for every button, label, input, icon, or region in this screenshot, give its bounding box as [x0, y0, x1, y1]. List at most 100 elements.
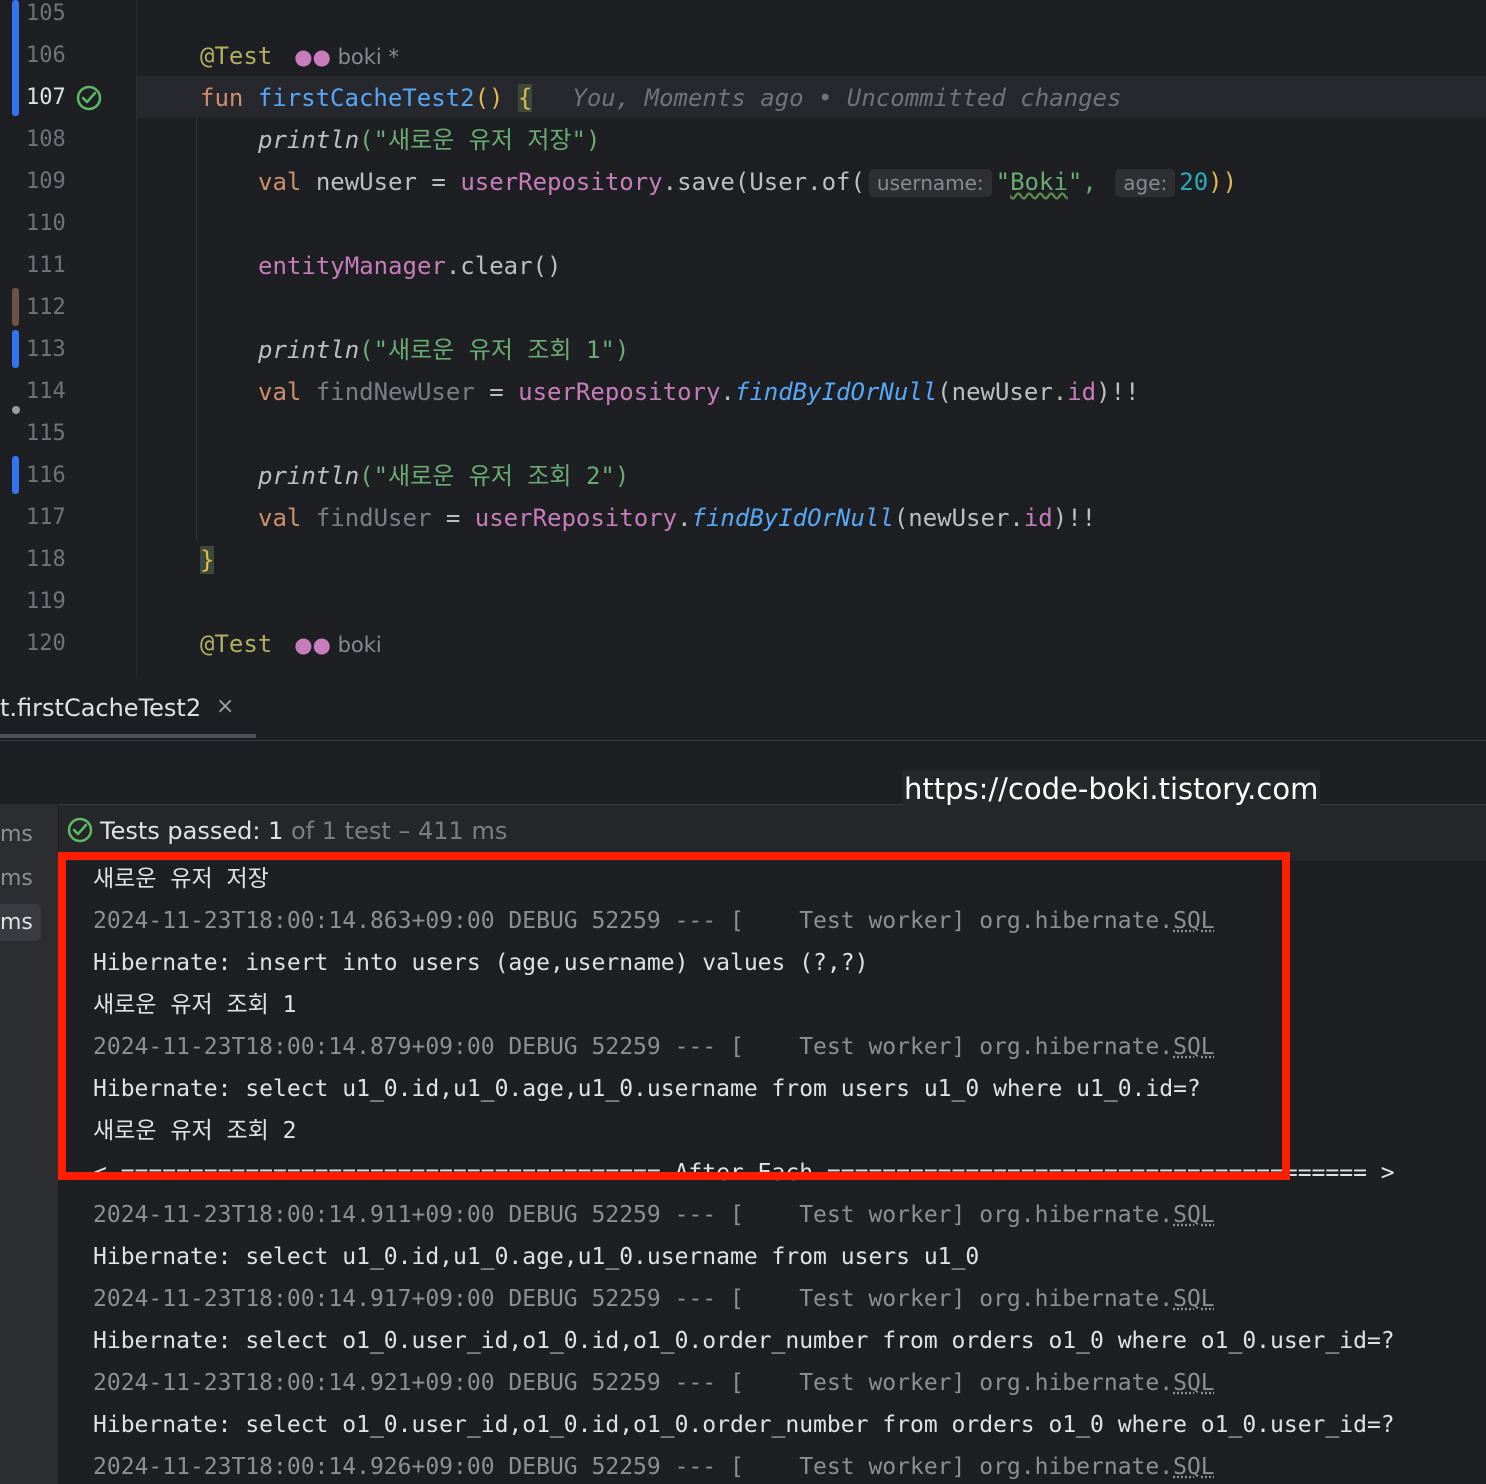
line-number: 111: [26, 253, 66, 278]
author-modified-mark: *: [388, 45, 399, 69]
line-number: 110: [26, 211, 66, 236]
code-line-108: println("새로운 유저 저장"): [258, 119, 600, 161]
line-number: 114: [26, 379, 66, 404]
string-literal: ("새로운 유저 저장"): [359, 126, 601, 154]
string-literal: ("새로운 유저 조회 2"): [359, 462, 630, 490]
code-line-118: }: [200, 539, 215, 581]
tests-passed-status: Tests passed: 1 of 1 test – 411 ms: [66, 816, 507, 845]
property-ref: userRepository: [474, 504, 678, 532]
line-number: 119: [26, 589, 66, 614]
run-tab-bar: t.firstCacheTest2 ×: [0, 678, 1486, 741]
property-ref: userRepository: [460, 168, 663, 196]
code-editor[interactable]: 105 106 107 108 109 110 111 112 113 114 …: [0, 0, 1486, 676]
test-tree-duration-selected[interactable]: ms: [0, 904, 41, 941]
call-args: (newUser.: [937, 378, 1068, 406]
dot: .: [677, 504, 692, 532]
parens: )): [1208, 168, 1238, 196]
vcs-modified-marker[interactable]: [12, 456, 19, 494]
string-literal-typo: Boki: [1010, 168, 1068, 196]
console-text: 2024-11-23T18:00:14.926+09:00 DEBUG 5225…: [93, 1454, 1174, 1480]
console-text: 2024-11-23T18:00:14.917+09:00 DEBUG 5225…: [93, 1286, 1174, 1312]
code-line-117: val findUser = userRepository.findByIdOr…: [258, 497, 1096, 539]
author-hint[interactable]: ●● boki: [294, 633, 382, 657]
annotation: @Test: [200, 42, 273, 70]
method-call: .clear(): [445, 252, 562, 280]
line-number: 118: [26, 547, 66, 572]
test-tree-duration[interactable]: ms: [0, 866, 33, 891]
logger-link[interactable]: SQL: [1173, 1202, 1215, 1228]
param-hint-username: username:: [868, 169, 992, 197]
inline-blame[interactable]: You, Moments ago • Uncommitted changes: [572, 84, 1121, 112]
operator: =: [431, 504, 475, 532]
close-icon[interactable]: ×: [216, 694, 234, 719]
vcs-deleted-marker[interactable]: [12, 406, 20, 414]
highlight-box: [58, 852, 1290, 1180]
call-end: )!!: [1052, 504, 1097, 532]
keyword: val: [258, 504, 302, 532]
open-brace: {: [517, 84, 533, 112]
line-number: 117: [26, 505, 66, 530]
extension-function: findByIdOrNull: [691, 504, 894, 532]
gutter-separator: [136, 0, 137, 676]
logger-link[interactable]: SQL: [1173, 1286, 1215, 1312]
parens: (): [474, 84, 504, 112]
vcs-modified-marker[interactable]: [12, 0, 19, 116]
logger-link[interactable]: SQL: [1173, 1454, 1215, 1480]
active-tab-indicator: [0, 734, 256, 738]
run-tab[interactable]: t.firstCacheTest2: [0, 694, 201, 722]
keyword: val: [258, 378, 302, 406]
author-name: boki: [337, 45, 382, 69]
close-brace: }: [200, 546, 215, 574]
line-number: 115: [26, 421, 66, 446]
console-text: 2024-11-23T18:00:14.911+09:00 DEBUG 5225…: [93, 1202, 1174, 1228]
line-number: 120: [26, 631, 66, 656]
string-literal: ("새로운 유저 조회 1"): [359, 336, 630, 364]
people-icon: ●●: [294, 633, 331, 657]
console-output-line: Hibernate: select o1_0.user_id,o1_0.id,o…: [93, 1404, 1395, 1446]
code-line-116: println("새로운 유저 조회 2"): [258, 455, 629, 497]
code-line-106: @Test ●● boki *: [200, 35, 399, 78]
line-number: 113: [26, 337, 66, 362]
param-hint-age: age:: [1115, 169, 1176, 197]
call-end: )!!: [1096, 378, 1140, 406]
test-tree-panel[interactable]: ms ms ms: [0, 804, 58, 1484]
keyword: val: [258, 168, 302, 196]
author-name: boki: [337, 633, 382, 657]
test-tree-duration[interactable]: ms: [0, 822, 33, 847]
line-number: 106: [26, 43, 66, 68]
vcs-marker[interactable]: [12, 288, 19, 326]
check-circle-icon: [67, 817, 93, 843]
extension-function: findByIdOrNull: [734, 378, 938, 406]
dot: .: [720, 378, 735, 406]
println-call: println: [258, 126, 360, 154]
console-debug-line: 2024-11-23T18:00:14.917+09:00 DEBUG 5225…: [93, 1278, 1215, 1320]
property-ref: userRepository: [518, 378, 721, 406]
logger-link[interactable]: SQL: [1173, 1370, 1215, 1396]
test-passed-gutter-icon[interactable]: [75, 84, 103, 112]
console-text: Hibernate: select o1_0.user_id,o1_0.id,o…: [93, 1412, 1395, 1438]
tests-passed-label: Tests passed:: [100, 817, 261, 845]
call-args: (newUser.: [893, 504, 1024, 532]
keyword: fun: [200, 84, 244, 112]
println-call: println: [258, 462, 360, 490]
line-number: 116: [26, 463, 66, 488]
author-hint[interactable]: ●● boki *: [294, 45, 399, 69]
string-quote: ",: [1067, 168, 1097, 196]
vcs-modified-marker[interactable]: [12, 330, 19, 368]
code-line-120: @Test ●● boki: [200, 623, 382, 666]
code-line-107: fun firstCacheTest2() {You, Moments ago …: [200, 77, 1121, 119]
tests-passed-detail: of 1 test – 411 ms: [291, 817, 508, 845]
indent-guide: [196, 118, 197, 540]
code-line-109: val newUser = userRepository.save(User.o…: [258, 161, 1237, 204]
console-debug-line: 2024-11-23T18:00:14.921+09:00 DEBUG 5225…: [93, 1362, 1215, 1404]
line-number: 112: [26, 295, 66, 320]
operator: =: [416, 168, 461, 196]
method-call: .save(User.of(: [662, 168, 865, 196]
code-line-111: entityManager.clear(): [258, 245, 561, 287]
property-ref: entityManager: [258, 252, 446, 280]
line-number: 105: [26, 1, 66, 26]
annotation: @Test: [200, 630, 273, 658]
println-call: println: [258, 336, 360, 364]
console-debug-line: 2024-11-23T18:00:14.911+09:00 DEBUG 5225…: [93, 1194, 1215, 1236]
console-output-line: Hibernate: select o1_0.user_id,o1_0.id,o…: [93, 1320, 1395, 1362]
